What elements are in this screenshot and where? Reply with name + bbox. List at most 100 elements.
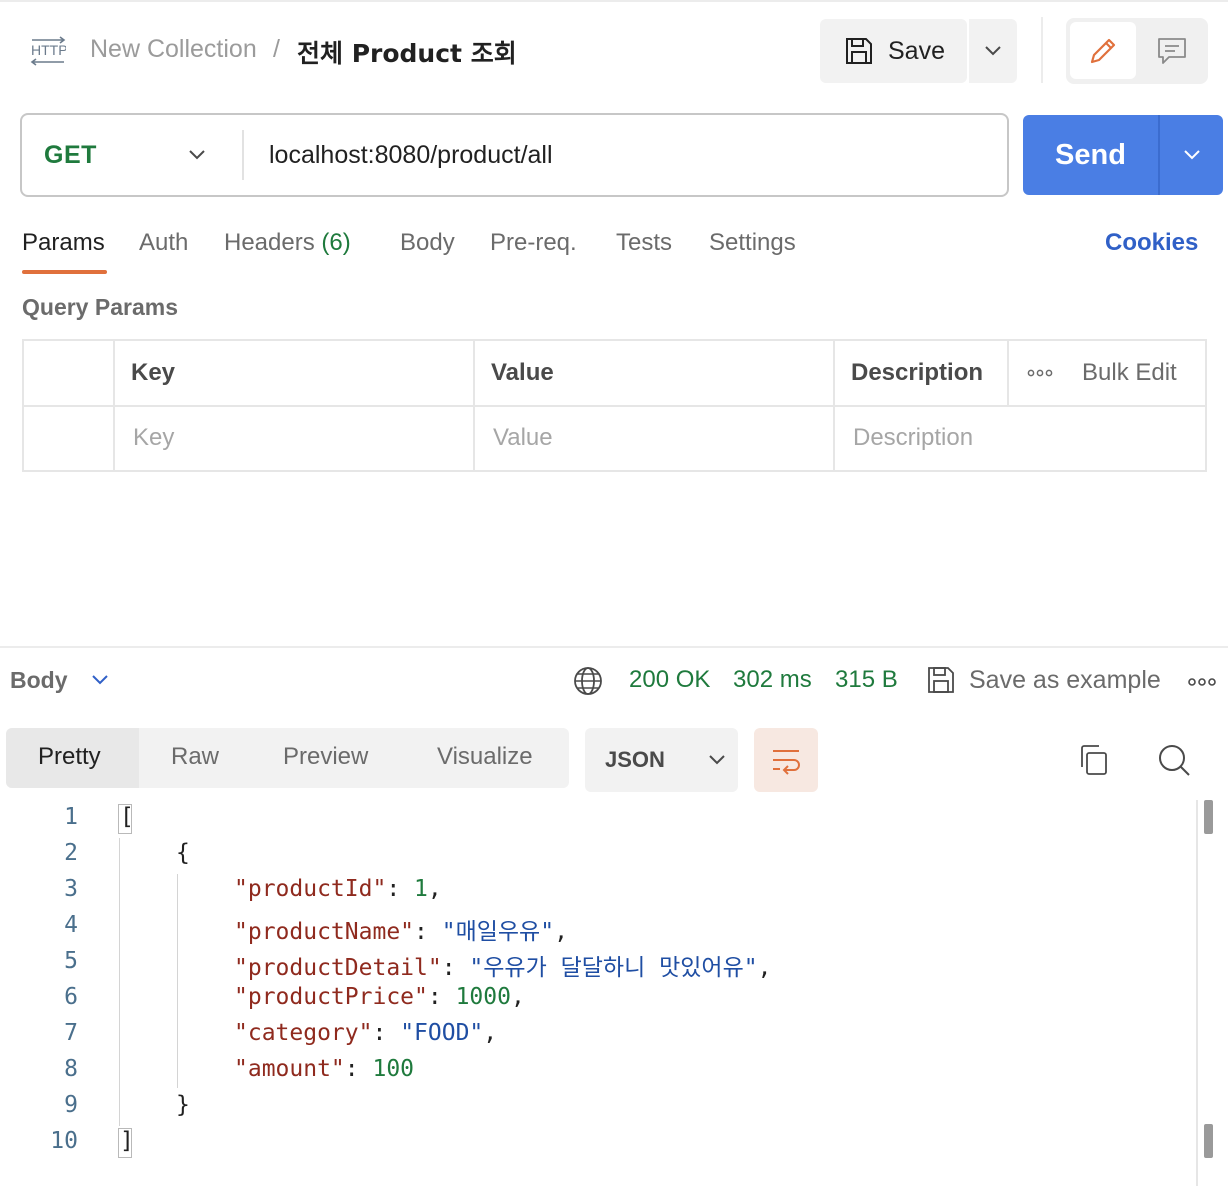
line-number: 7 xyxy=(64,1020,78,1046)
save-label: Save xyxy=(888,36,945,65)
url-divider xyxy=(242,130,244,180)
svg-text:HTTP: HTTP xyxy=(31,42,66,58)
column-header-key: Key xyxy=(131,359,176,386)
save-dropdown-button[interactable] xyxy=(969,19,1017,83)
copy-icon[interactable] xyxy=(1078,743,1110,777)
save-icon xyxy=(928,667,954,693)
response-divider[interactable] xyxy=(0,646,1228,648)
json-key: "productPrice" xyxy=(234,984,428,1010)
chevron-down-icon xyxy=(709,755,725,765)
json-number: 100 xyxy=(372,1056,415,1082)
scrollbar-thumb[interactable] xyxy=(1204,1124,1213,1158)
edit-mode-button[interactable] xyxy=(1070,22,1136,79)
method-select[interactable]: GET xyxy=(44,141,97,170)
chevron-down-icon xyxy=(985,46,1001,56)
cookies-link[interactable]: Cookies xyxy=(1105,229,1198,257)
request-name[interactable]: 전체 Product 조회 xyxy=(297,34,517,70)
breadcrumb-separator: / xyxy=(273,35,280,63)
headers-count: (6) xyxy=(321,229,351,256)
view-tab-visualize[interactable]: Visualize xyxy=(437,743,533,771)
tab-tests[interactable]: Tests xyxy=(616,229,672,257)
json-string: "매일우유" xyxy=(441,919,555,945)
code-line: "productDetail": "우유가 달달하니 맛있어유", xyxy=(234,955,772,981)
top-border xyxy=(0,0,1228,2)
json-string: "우유가 달달하니 맛있어유" xyxy=(469,955,758,981)
response-body-label[interactable]: Body xyxy=(10,667,68,694)
view-tab-raw[interactable]: Raw xyxy=(171,743,219,771)
indent-guide xyxy=(177,874,178,1088)
json-key: "category" xyxy=(234,1020,373,1046)
json-key: "productName" xyxy=(234,919,415,945)
scrollbar-thumb[interactable] xyxy=(1204,800,1213,834)
param-value-input[interactable]: Value xyxy=(493,405,553,470)
param-key-input[interactable]: Key xyxy=(133,405,174,470)
line-number: 2 xyxy=(64,840,78,866)
param-description-input[interactable]: Description xyxy=(853,405,973,470)
response-size[interactable]: 315 B xyxy=(835,666,898,694)
tab-params[interactable]: Params xyxy=(22,229,105,257)
format-label: JSON xyxy=(605,747,665,772)
url-input[interactable]: localhost:8080/product/all xyxy=(269,141,553,170)
json-number: 1000 xyxy=(455,984,511,1010)
save-button[interactable]: Save xyxy=(820,19,967,83)
save-as-example-button[interactable]: Save as example xyxy=(969,666,1161,695)
table-divider xyxy=(24,405,1205,407)
line-number: 10 xyxy=(50,1128,78,1154)
tab-auth[interactable]: Auth xyxy=(139,229,188,257)
response-time[interactable]: 302 ms xyxy=(733,666,812,694)
status-code[interactable]: 200 OK xyxy=(629,666,710,694)
search-icon[interactable] xyxy=(1157,743,1191,777)
breadcrumb-collection[interactable]: New Collection xyxy=(90,35,257,64)
code-line: "productId": 1, xyxy=(234,876,442,902)
toolbar-divider xyxy=(1041,17,1043,83)
column-header-value: Value xyxy=(491,359,554,386)
line-number: 4 xyxy=(64,912,78,938)
line-number: 9 xyxy=(64,1092,78,1118)
tab-prereq[interactable]: Pre-req. xyxy=(490,229,577,257)
http-icon: HTTP xyxy=(30,36,66,66)
code-line: } xyxy=(176,1092,190,1118)
tab-headers-label: Headers xyxy=(224,229,315,256)
line-number: 3 xyxy=(64,876,78,902)
json-string: "FOOD" xyxy=(400,1020,484,1046)
active-tab-indicator xyxy=(22,270,107,274)
pencil-icon xyxy=(1090,38,1116,63)
chevron-down-icon[interactable] xyxy=(186,144,208,166)
comment-icon xyxy=(1158,37,1186,64)
line-number: 8 xyxy=(64,1056,78,1082)
json-key: "productId" xyxy=(234,876,387,902)
documentation-button[interactable] xyxy=(1140,22,1204,79)
send-button[interactable]: Send xyxy=(1023,115,1158,195)
query-params-title: Query Params xyxy=(22,294,178,320)
tab-headers[interactable]: Headers (6) xyxy=(224,229,351,257)
line-number: 5 xyxy=(64,948,78,974)
code-line: "category": "FOOD", xyxy=(234,1020,498,1046)
wrap-lines-button[interactable] xyxy=(754,728,818,792)
chevron-down-icon[interactable] xyxy=(90,672,110,688)
view-tab-preview[interactable]: Preview xyxy=(283,743,368,771)
code-line: "productName": "매일우유", xyxy=(234,919,568,945)
response-body-code[interactable]: 1 2 3 4 5 6 7 8 9 10 [ { "productId": 1,… xyxy=(0,800,1196,1186)
indent-guide xyxy=(119,838,120,1126)
bulk-edit-button[interactable]: Bulk Edit xyxy=(1082,341,1177,405)
tab-settings[interactable]: Settings xyxy=(709,229,796,257)
code-line: ] xyxy=(120,1128,134,1154)
wrap-lines-icon xyxy=(773,750,800,775)
save-icon xyxy=(846,38,872,64)
send-dropdown-button[interactable] xyxy=(1158,115,1223,195)
query-params-table: Key Value Description Bulk Edit Key Valu… xyxy=(22,339,1207,472)
view-tab-pretty[interactable]: Pretty xyxy=(38,743,101,771)
code-line: "amount": 100 xyxy=(234,1056,415,1082)
format-select[interactable]: JSON xyxy=(585,728,738,792)
globe-icon[interactable] xyxy=(572,665,604,697)
scrollbar-track[interactable] xyxy=(1196,800,1198,1186)
more-options-button[interactable] xyxy=(1027,341,1053,405)
line-number: 6 xyxy=(64,984,78,1010)
table-divider xyxy=(1007,341,1009,405)
code-line: { xyxy=(176,840,190,866)
tab-body[interactable]: Body xyxy=(400,229,455,257)
json-number: 1 xyxy=(414,876,428,902)
more-horizontal-icon xyxy=(1027,369,1053,377)
json-key: "amount" xyxy=(234,1056,345,1082)
more-horizontal-icon[interactable] xyxy=(1187,677,1217,687)
